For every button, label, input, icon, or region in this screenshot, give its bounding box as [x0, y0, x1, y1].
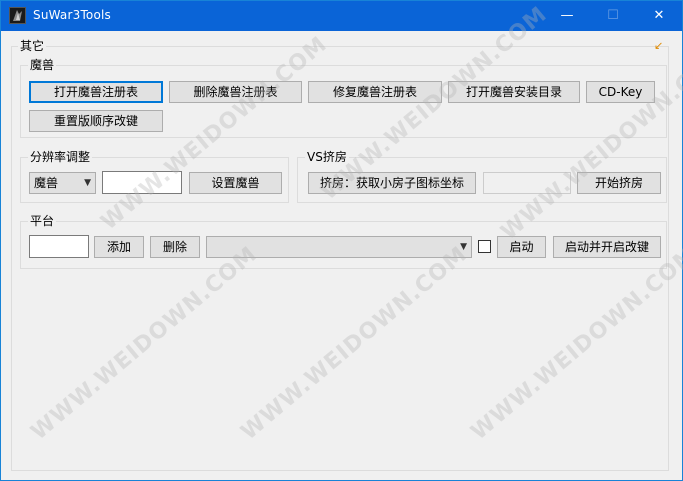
start-vs-button[interactable]: 开始挤房: [577, 172, 661, 194]
resolution-input[interactable]: [102, 171, 182, 194]
warcraft-group-label: 魔兽: [28, 58, 57, 72]
coords-display: [483, 172, 571, 194]
platform-checkbox[interactable]: [478, 240, 491, 253]
other-group-label: 其它: [18, 39, 47, 53]
get-coords-button[interactable]: 挤房：获取小房子图标坐标: [308, 172, 476, 194]
platform-select[interactable]: ▼: [206, 236, 472, 258]
chevron-down-icon: ▼: [460, 242, 467, 252]
minimize-button[interactable]: —: [544, 1, 590, 31]
reset-keys-button[interactable]: 重置版顺序改键: [29, 110, 163, 132]
app-icon: [9, 7, 26, 24]
platform-group-label: 平台: [28, 214, 57, 228]
vs-group-label: VS挤房: [305, 150, 349, 164]
title-bar[interactable]: SuWar3Tools — ☐ ✕: [1, 1, 682, 31]
set-resolution-button[interactable]: 设置魔兽: [189, 172, 282, 194]
platform-input[interactable]: [29, 235, 89, 258]
maximize-button[interactable]: ☐: [590, 1, 636, 31]
main-window: SuWar3Tools — ☐ ✕ 其它 ↙ 魔兽 打开魔兽注册表 删除魔兽注册…: [0, 0, 683, 481]
cd-key-button[interactable]: CD-Key: [586, 81, 655, 103]
start-with-keys-button[interactable]: 启动并开启改键: [553, 236, 661, 258]
resolution-target-value: 魔兽: [34, 176, 59, 190]
add-platform-button[interactable]: 添加: [94, 236, 144, 258]
repair-registry-button[interactable]: 修复魔兽注册表: [308, 81, 442, 103]
window-title: SuWar3Tools: [33, 8, 112, 22]
delete-registry-button[interactable]: 删除魔兽注册表: [169, 81, 302, 103]
chevron-down-icon: ▼: [84, 178, 91, 188]
open-registry-button[interactable]: 打开魔兽注册表: [29, 81, 163, 103]
open-install-dir-button[interactable]: 打开魔兽安装目录: [448, 81, 580, 103]
start-platform-button[interactable]: 启动: [497, 236, 546, 258]
resolution-target-select[interactable]: 魔兽 ▼: [29, 172, 96, 194]
resolution-group-label: 分辨率调整: [28, 150, 93, 164]
close-button[interactable]: ✕: [636, 1, 682, 31]
resize-arrow-icon: ↙: [654, 39, 664, 52]
delete-platform-button[interactable]: 删除: [150, 236, 200, 258]
